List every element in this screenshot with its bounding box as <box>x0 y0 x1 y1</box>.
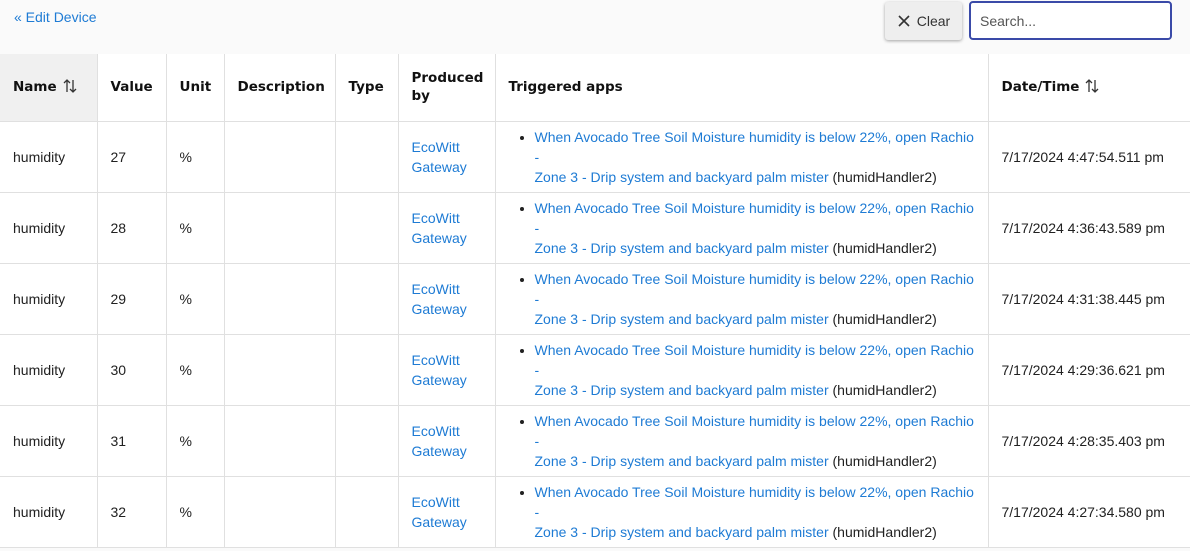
cell-value: 31 <box>97 405 167 477</box>
triggered-app-item: When Avocado Tree Soil Moisture humidity… <box>535 269 976 329</box>
clear-button-label: Clear <box>916 13 951 29</box>
table-row: humidity 30 % EcoWittGateway When Avocad… <box>0 334 1190 406</box>
cell-value: 28 <box>97 192 167 264</box>
search-input[interactable] <box>969 1 1172 40</box>
handler-name: (humidHandler2) <box>832 452 937 469</box>
cell-produced-by: EcoWitt Gateway <box>398 405 496 477</box>
cell-type <box>335 121 399 193</box>
producer-link[interactable]: EcoWitt Gateway <box>412 210 467 246</box>
cell-triggered-apps: When Avocado Tree Soil Moisture humidity… <box>495 334 989 406</box>
cell-unit: % <box>166 121 225 193</box>
events-table: Name Value Unit Description Type Produce… <box>0 54 1190 548</box>
table-row: humidity 31 % EcoWittGateway When Avocad… <box>0 405 1190 477</box>
column-header-datetime[interactable]: Date/Time <box>988 54 1190 122</box>
cell-description <box>224 476 336 548</box>
column-header-description: Description <box>224 54 336 122</box>
cell-produced-by: EcoWitt Gateway <box>398 334 496 406</box>
cell-value: 29 <box>97 263 167 335</box>
table-row: humidity 27 % EcoWittGateway When Avocad… <box>0 121 1190 193</box>
cell-produced-by: EcoWitt Gateway <box>398 476 496 548</box>
cell-description <box>224 192 336 264</box>
cell-type <box>335 263 399 335</box>
triggered-app-item: When Avocado Tree Soil Moisture humidity… <box>535 198 976 258</box>
column-header-produced-by: Produced by <box>398 54 496 122</box>
cell-datetime: 7/17/2024 4:28:35.403 pm <box>988 405 1190 477</box>
column-header-unit: Unit <box>166 54 225 122</box>
producer-link[interactable]: EcoWitt Gateway <box>412 352 467 388</box>
table-row: humidity 32 % EcoWittGateway When Avocad… <box>0 476 1190 548</box>
cell-triggered-apps: When Avocado Tree Soil Moisture humidity… <box>495 476 989 548</box>
triggered-app-item: When Avocado Tree Soil Moisture humidity… <box>535 127 976 187</box>
cell-description <box>224 405 336 477</box>
cell-name: humidity <box>0 476 98 548</box>
cell-type <box>335 334 399 406</box>
handler-name: (humidHandler2) <box>832 239 937 256</box>
cell-datetime: 7/17/2024 4:27:34.580 pm <box>988 476 1190 548</box>
producer-link[interactable]: EcoWitt Gateway <box>412 281 467 317</box>
cell-datetime: 7/17/2024 4:29:36.621 pm <box>988 334 1190 406</box>
handler-name: (humidHandler2) <box>832 310 937 327</box>
cell-datetime: 7/17/2024 4:36:43.589 pm <box>988 192 1190 264</box>
toolbar: « Edit Device Clear <box>0 0 1190 54</box>
table-header-row: Name Value Unit Description Type Produce… <box>0 54 1190 122</box>
cell-triggered-apps: When Avocado Tree Soil Moisture humidity… <box>495 121 989 193</box>
cell-unit: % <box>166 192 225 264</box>
cell-datetime: 7/17/2024 4:31:38.445 pm <box>988 263 1190 335</box>
cell-unit: % <box>166 405 225 477</box>
cell-description <box>224 263 336 335</box>
clear-button[interactable]: Clear <box>885 2 962 40</box>
cell-unit: % <box>166 476 225 548</box>
sort-arrows-icon <box>1085 79 1099 94</box>
producer-link[interactable]: EcoWitt Gateway <box>412 494 467 530</box>
handler-name: (humidHandler2) <box>832 523 937 540</box>
cell-triggered-apps: When Avocado Tree Soil Moisture humidity… <box>495 263 989 335</box>
cell-name: humidity <box>0 263 98 335</box>
cell-value: 30 <box>97 334 167 406</box>
cell-type <box>335 476 399 548</box>
table-row: humidity 28 % EcoWittGateway When Avocad… <box>0 192 1190 264</box>
handler-name: (humidHandler2) <box>832 168 937 185</box>
cell-triggered-apps: When Avocado Tree Soil Moisture humidity… <box>495 192 989 264</box>
column-header-value: Value <box>97 54 167 122</box>
cell-value: 27 <box>97 121 167 193</box>
cell-description <box>224 334 336 406</box>
edit-device-link[interactable]: « Edit Device <box>14 9 96 25</box>
triggered-app-item: When Avocado Tree Soil Moisture humidity… <box>535 482 976 542</box>
sort-arrows-icon <box>63 79 77 94</box>
cell-name: humidity <box>0 121 98 193</box>
cell-description <box>224 121 336 193</box>
column-header-name[interactable]: Name <box>0 54 98 122</box>
producer-link[interactable]: EcoWitt Gateway <box>412 423 467 459</box>
handler-name: (humidHandler2) <box>832 381 937 398</box>
table-row: humidity 29 % EcoWittGateway When Avocad… <box>0 263 1190 335</box>
producer-link[interactable]: EcoWitt Gateway <box>412 139 467 175</box>
cell-produced-by: EcoWitt Gateway <box>398 263 496 335</box>
cell-produced-by: EcoWitt Gateway <box>398 192 496 264</box>
cell-unit: % <box>166 334 225 406</box>
cell-name: humidity <box>0 405 98 477</box>
cell-triggered-apps: When Avocado Tree Soil Moisture humidity… <box>495 405 989 477</box>
cell-value: 32 <box>97 476 167 548</box>
triggered-app-item: When Avocado Tree Soil Moisture humidity… <box>535 411 976 471</box>
column-header-triggered-apps: Triggered apps <box>495 54 989 122</box>
column-header-type: Type <box>335 54 399 122</box>
cell-type <box>335 192 399 264</box>
triggered-app-item: When Avocado Tree Soil Moisture humidity… <box>535 340 976 400</box>
cell-produced-by: EcoWitt Gateway <box>398 121 496 193</box>
cell-unit: % <box>166 263 225 335</box>
cell-name: humidity <box>0 192 98 264</box>
cell-type <box>335 405 399 477</box>
cell-datetime: 7/17/2024 4:47:54.511 pm <box>988 121 1190 193</box>
cell-name: humidity <box>0 334 98 406</box>
close-icon <box>898 15 910 27</box>
